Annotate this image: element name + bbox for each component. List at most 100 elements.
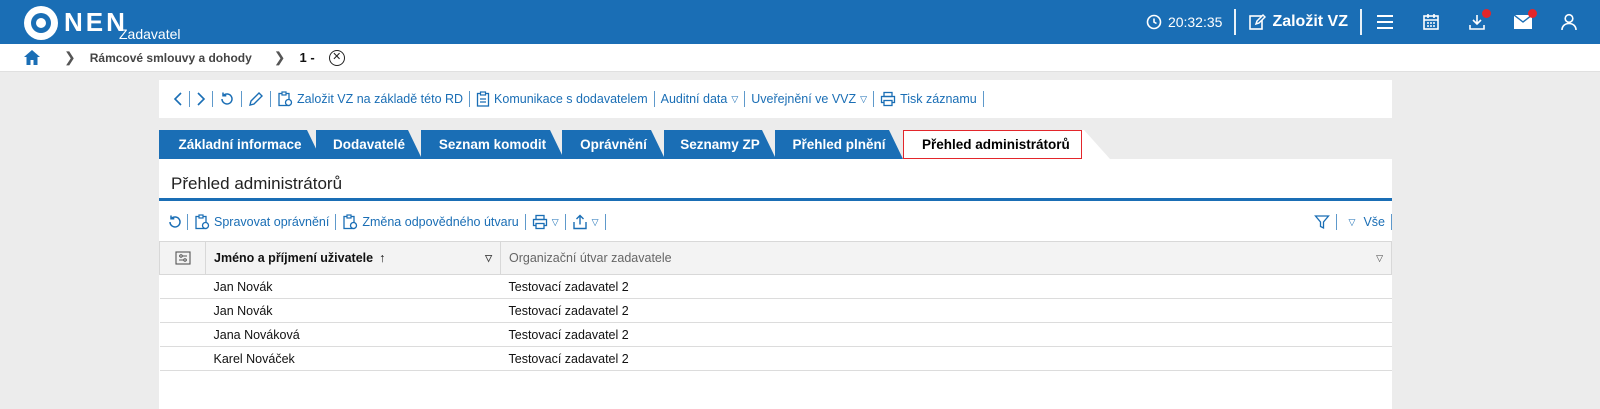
close-icon[interactable]: ✕: [328, 49, 345, 66]
cell-name: Jan Novák: [205, 274, 501, 299]
pencil-icon: [249, 92, 263, 106]
notification-dot: [1528, 9, 1537, 18]
user-icon: [1561, 13, 1577, 31]
divider: [604, 214, 606, 230]
divider: [335, 214, 337, 230]
divider: [159, 198, 1392, 201]
column-settings-header[interactable]: [159, 241, 206, 275]
chevron-right-icon: [197, 92, 206, 106]
change-unit-label: Změna odpovědného útvaru: [362, 215, 519, 229]
tab-zp-lists[interactable]: Seznamy ZP: [664, 130, 776, 159]
filter-button[interactable]: [1308, 212, 1336, 232]
refresh-button[interactable]: [213, 89, 241, 109]
table-row[interactable]: Karel Nováček Testovací zadavatel 2: [159, 346, 1392, 371]
administrators-panel: Přehled administrátorů Spravovat oprávně…: [159, 159, 1392, 409]
menu-button[interactable]: [1362, 0, 1408, 44]
administrators-table: Jméno a příjmení uživatele ↑ ▽ Organizačn…: [159, 241, 1392, 371]
printer-icon: [880, 91, 896, 107]
clipboard-gear-icon: [278, 91, 293, 107]
home-button[interactable]: [22, 48, 42, 68]
column-header-unit[interactable]: Organizační útvar zadavatele ▽: [500, 241, 1392, 275]
user-button[interactable]: [1546, 0, 1592, 44]
divider: [744, 91, 746, 107]
downloads-button[interactable]: [1454, 0, 1500, 44]
tab-label: Základní informace: [178, 137, 302, 152]
previous-button[interactable]: [167, 89, 189, 109]
divider: [524, 214, 526, 230]
column-header-name-label: Jméno a příjmení uživatele: [214, 251, 374, 265]
tab-label: Seznamy ZP: [680, 137, 760, 152]
breadcrumb-item-framework[interactable]: Rámcové smlouvy a dohody: [90, 51, 252, 65]
export-dropdown[interactable]: ▽: [566, 212, 605, 232]
print-dropdown[interactable]: ▽: [526, 212, 565, 232]
row-selector[interactable]: [159, 322, 206, 347]
divider: [241, 91, 242, 107]
next-button[interactable]: [190, 89, 212, 109]
table-row[interactable]: Jan Novák Testovací zadavatel 2: [159, 298, 1392, 323]
change-unit-button[interactable]: Změna odpovědného útvaru: [336, 212, 524, 232]
divider: [1234, 9, 1237, 35]
column-settings-icon: [174, 251, 191, 265]
messages-button[interactable]: [1500, 0, 1546, 44]
tab-commodities[interactable]: Seznam komodit: [421, 130, 564, 159]
divider: [189, 91, 190, 107]
divider: [564, 214, 566, 230]
tab-label: Oprávnění: [580, 137, 647, 152]
tab-permissions[interactable]: Oprávnění: [562, 130, 665, 159]
audit-data-label: Auditní data: [660, 92, 728, 106]
create-vz-button[interactable]: Založit VZ: [1236, 0, 1360, 44]
audit-data-dropdown[interactable]: Auditní data ▽: [655, 89, 745, 109]
table-row[interactable]: Jana Nováková Testovací zadavatel 2: [159, 322, 1392, 347]
tab-basic-info[interactable]: Základní informace: [159, 130, 321, 159]
logo-icon: [24, 6, 58, 40]
row-selector[interactable]: [159, 298, 206, 323]
filter-icon: [1313, 215, 1330, 230]
chevron-right-icon: ❯: [64, 49, 76, 65]
publish-vvz-dropdown[interactable]: Uveřejnění ve VVZ ▽: [745, 89, 873, 109]
cell-name: Jana Nováková: [205, 322, 501, 347]
refresh-icon: [169, 215, 181, 228]
divider: [469, 91, 471, 107]
refresh-icon: [221, 92, 233, 105]
tab-suppliers[interactable]: Dodavatelé: [316, 130, 422, 159]
supplier-communication-button[interactable]: Komunikace s dodavatelem: [470, 89, 654, 109]
manage-permissions-button[interactable]: Spravovat oprávnění: [188, 212, 335, 232]
grid-filter-bar: ▽ Vše: [1308, 209, 1392, 235]
calendar-button[interactable]: [1408, 0, 1454, 44]
chevron-right-icon: ❯: [273, 49, 286, 65]
tab-label: Přehled plnění: [792, 137, 886, 152]
edit-icon: [1249, 13, 1267, 30]
row-selector[interactable]: [159, 346, 206, 371]
clipboard-gear-icon: [343, 214, 358, 230]
create-vz-from-rd-button[interactable]: Založit VZ na základě této RD: [271, 89, 469, 109]
grid-refresh-button[interactable]: [165, 212, 187, 232]
divider: [187, 214, 188, 230]
cell-unit: Testovací zadavatel 2: [500, 322, 1392, 347]
clipboard-icon: [476, 91, 490, 107]
caret-down-icon: ▽: [731, 93, 739, 104]
publish-vvz-label: Uveřejnění ve VVZ: [751, 92, 857, 106]
record-toolbar: Založit VZ na základě této RD Komunikace…: [159, 80, 1392, 118]
divider: [212, 91, 213, 107]
table-row[interactable]: Jan Novák Testovací zadavatel 2: [159, 274, 1392, 299]
column-header-unit-label: Organizační útvar zadavatele: [509, 251, 672, 265]
top-bar: NEN Zadavatel 20:32:35 Založit VZ: [0, 0, 1600, 44]
divider: [982, 91, 984, 107]
session-clock: 20:32:35: [1134, 0, 1235, 44]
notification-dot: [1482, 9, 1491, 18]
row-selector[interactable]: [159, 274, 206, 299]
breadcrumb-current: 1 -: [299, 50, 315, 65]
tab-administrators[interactable]: Přehled administrátorů: [903, 130, 1110, 159]
divider: [653, 91, 655, 107]
divider: [1391, 214, 1392, 230]
filter-scope-dropdown[interactable]: ▽ Vše: [1337, 212, 1391, 232]
print-record-button[interactable]: Tisk záznamu: [874, 89, 983, 109]
caret-down-icon[interactable]: ▽: [485, 253, 492, 264]
table-header-row: Jméno a příjmení uživatele ↑ ▽ Organizačn…: [159, 241, 1392, 275]
caret-down-icon[interactable]: ▽: [1376, 253, 1383, 264]
detail-tabs: Základní informace Dodavatelé Seznam kom…: [159, 130, 1159, 159]
edit-button[interactable]: [242, 89, 270, 109]
tab-fulfillment[interactable]: Přehled plnění: [775, 130, 903, 159]
column-header-name[interactable]: Jméno a příjmení uživatele ↑ ▽: [205, 241, 501, 275]
tab-label: Dodavatelé: [332, 137, 406, 152]
